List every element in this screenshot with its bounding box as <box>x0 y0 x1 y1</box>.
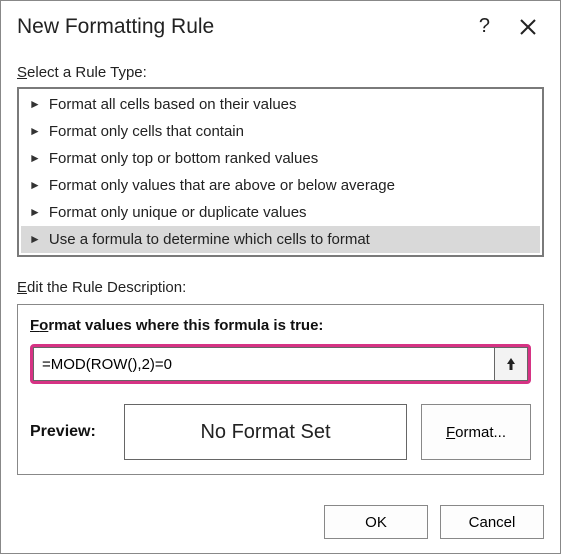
titlebar: New Formatting Rule ? <box>1 1 560 50</box>
formula-row-highlight <box>30 344 531 384</box>
edit-description-label: Edit the Rule Description: <box>17 279 544 296</box>
dialog-content: Select a Rule Type: ► Format all cells b… <box>1 50 560 493</box>
preview-label: Preview: <box>30 404 110 460</box>
rule-type-list: ► Format all cells based on their values… <box>17 87 544 257</box>
bullet-icon: ► <box>29 152 41 164</box>
bullet-icon: ► <box>29 206 41 218</box>
dialog-title: New Formatting Rule <box>17 15 459 39</box>
rule-type-text: Format only unique or duplicate values <box>49 204 307 221</box>
rule-type-text: Format only top or bottom ranked values <box>49 150 318 167</box>
rule-type-item[interactable]: ► Format only top or bottom ranked value… <box>21 145 540 172</box>
rule-type-text: Format only cells that contain <box>49 123 244 140</box>
formula-label: Format values where this formula is true… <box>30 317 531 334</box>
format-button[interactable]: Format... <box>421 404 531 460</box>
preview-row: Preview: No Format Set Format... <box>30 404 531 460</box>
close-icon <box>518 17 538 37</box>
bullet-icon: ► <box>29 233 41 245</box>
select-rule-type-label: Select a Rule Type: <box>17 64 544 81</box>
rule-type-item[interactable]: ► Use a formula to determine which cells… <box>21 226 540 253</box>
help-button[interactable]: ? <box>469 11 500 42</box>
bullet-icon: ► <box>29 125 41 137</box>
rule-type-text: Format only values that are above or bel… <box>49 177 395 194</box>
rule-description-box: Format values where this formula is true… <box>17 304 544 475</box>
formula-input[interactable] <box>33 347 494 381</box>
rule-type-item[interactable]: ► Format only unique or duplicate values <box>21 199 540 226</box>
bullet-icon: ► <box>29 179 41 191</box>
dialog-buttons: OK Cancel <box>1 493 560 553</box>
rule-type-text: Use a formula to determine which cells t… <box>49 231 370 248</box>
collapse-dialog-button[interactable] <box>494 347 528 381</box>
rule-type-item[interactable]: ► Format only values that are above or b… <box>21 172 540 199</box>
bullet-icon: ► <box>29 98 41 110</box>
close-button[interactable] <box>510 13 546 41</box>
new-formatting-rule-dialog: New Formatting Rule ? Select a Rule Type… <box>0 0 561 554</box>
preview-box: No Format Set <box>124 404 407 460</box>
ok-button[interactable]: OK <box>324 505 428 539</box>
rule-type-item[interactable]: ► Format all cells based on their values <box>21 91 540 118</box>
rule-type-item[interactable]: ► Format only cells that contain <box>21 118 540 145</box>
rule-type-text: Format all cells based on their values <box>49 96 297 113</box>
cancel-button[interactable]: Cancel <box>440 505 544 539</box>
collapse-icon <box>503 356 519 372</box>
